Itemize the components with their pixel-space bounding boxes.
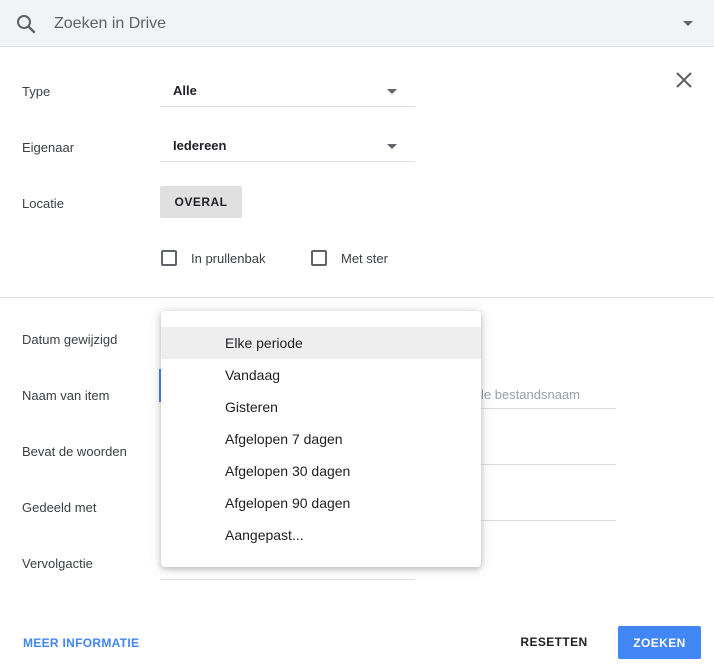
trash-checkbox-label: In prullenbak	[191, 250, 266, 266]
owner-select[interactable]: Iedereen	[160, 130, 415, 162]
trash-checkbox-row[interactable]: In prullenbak	[161, 249, 265, 267]
type-select-value: Alle	[173, 83, 197, 98]
section-divider	[0, 297, 714, 298]
date-option-last-30-days[interactable]: Afgelopen 30 dagen	[161, 455, 481, 487]
type-select[interactable]: Alle	[160, 75, 415, 107]
more-info-link[interactable]: MEER INFORMATIE	[23, 636, 139, 650]
date-option-last-90-days[interactable]: Afgelopen 90 dagen	[161, 487, 481, 519]
date-option-any[interactable]: Elke periode	[161, 327, 481, 359]
search-options-caret-icon[interactable]	[683, 21, 693, 26]
chevron-down-icon	[387, 144, 397, 149]
owner-select-value: Iedereen	[173, 138, 227, 153]
trash-checkbox[interactable]	[161, 250, 177, 266]
date-modified-menu: Elke periode Vandaag Gisteren Afgelopen …	[161, 311, 481, 567]
search-submit-button[interactable]: ZOEKEN	[618, 626, 701, 659]
search-input[interactable]	[54, 10, 654, 38]
starred-checkbox-row[interactable]: Met ster	[311, 249, 388, 267]
starred-checkbox-label: Met ster	[341, 250, 388, 266]
close-icon[interactable]	[672, 68, 696, 92]
date-option-yesterday[interactable]: Gisteren	[161, 391, 481, 423]
follow-up-label: Vervolgactie	[22, 556, 93, 571]
chevron-down-icon	[387, 89, 397, 94]
location-anywhere-button[interactable]: OVERAL	[160, 186, 242, 218]
shared-with-input[interactable]	[481, 520, 616, 521]
location-label: Locatie	[22, 196, 64, 211]
drive-search-bar	[0, 0, 714, 47]
date-option-today[interactable]: Vandaag	[161, 359, 481, 391]
follow-up-select[interactable]	[160, 579, 415, 580]
type-label: Type	[22, 84, 51, 99]
item-name-input[interactable]: le bestandsnaam	[481, 387, 580, 402]
date-option-custom[interactable]: Aangepast...	[161, 519, 481, 551]
starred-checkbox[interactable]	[311, 250, 327, 266]
date-modified-label: Datum gewijzigd	[22, 332, 118, 347]
shared-with-label: Gedeeld met	[22, 500, 97, 515]
item-name-label: Naam van item	[22, 388, 110, 403]
search-icon[interactable]	[14, 12, 38, 36]
item-name-underline	[481, 408, 616, 409]
owner-label: Eigenaar	[22, 140, 75, 155]
contains-words-input[interactable]	[481, 464, 616, 465]
contains-words-label: Bevat de woorden	[22, 444, 127, 459]
reset-button[interactable]: RESETTEN	[508, 626, 600, 658]
date-option-last-7-days[interactable]: Afgelopen 7 dagen	[161, 423, 481, 455]
